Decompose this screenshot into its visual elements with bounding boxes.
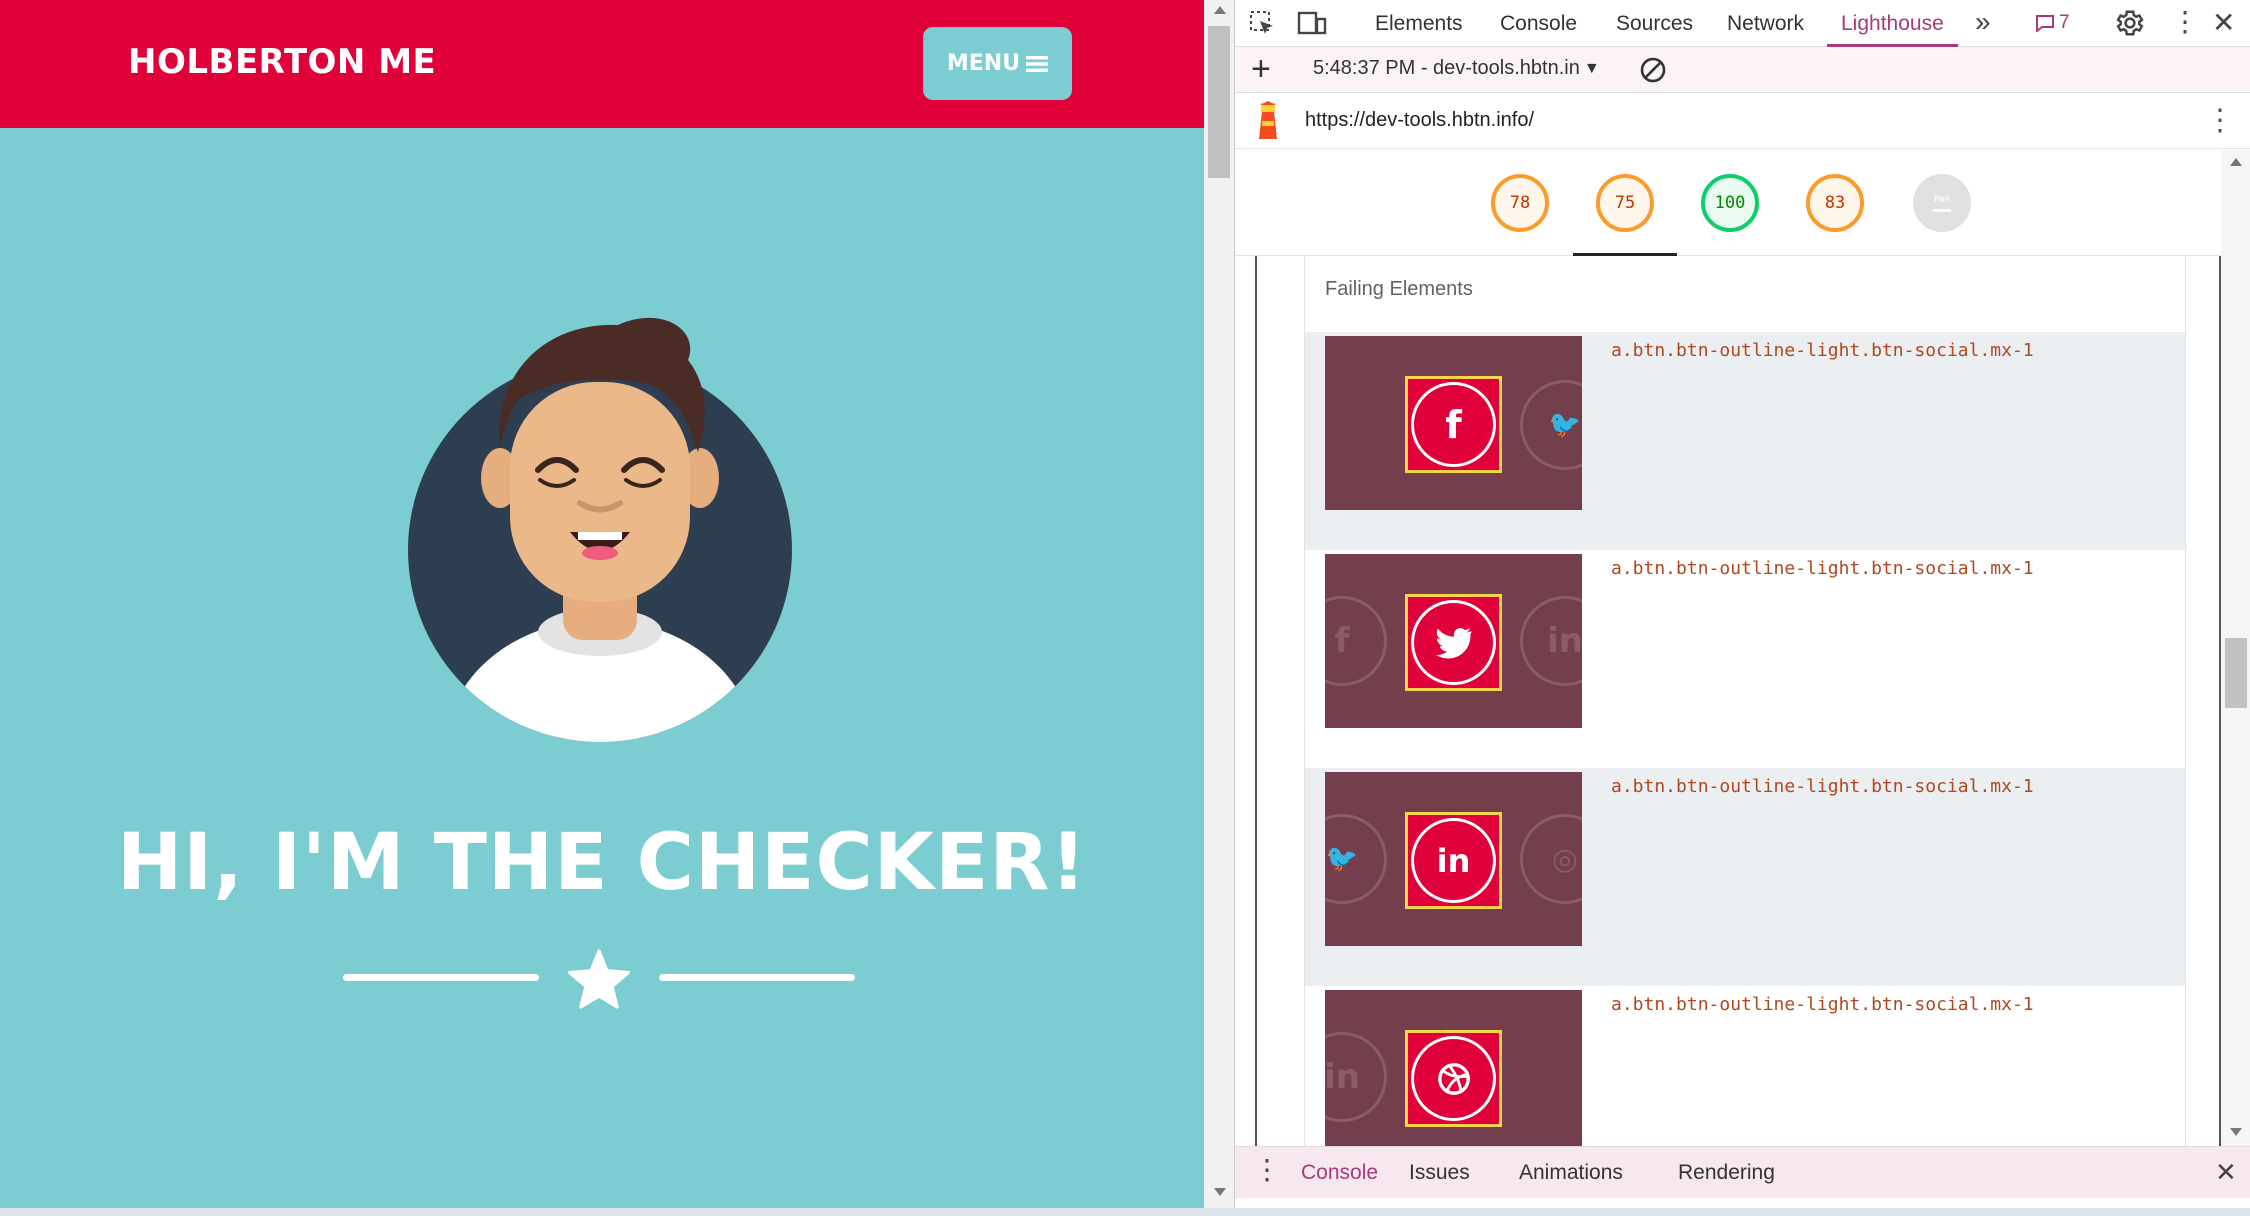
menu-label: MENU — [946, 51, 1021, 76]
twitter-icon — [1411, 600, 1496, 685]
avatar-image — [408, 317, 792, 742]
linkedin-icon: in — [1520, 596, 1582, 686]
dropdown-arrow-icon: ▼ — [1583, 59, 1600, 77]
element-selector[interactable]: a.btn.btn-outline-light.btn-social.mx-1 — [1611, 776, 2034, 797]
more-tabs-icon[interactable]: » — [1975, 6, 1990, 38]
issues-button[interactable]: 7 — [2035, 12, 2070, 34]
failing-row: f 🐦 a.btn.btn-outline-light.btn-social.m… — [1305, 332, 2185, 550]
gauge-performance[interactable]: 78 — [1491, 174, 1549, 232]
lighthouse-logo-icon — [1259, 101, 1277, 139]
dt-scroll-up-arrow-icon[interactable] — [2230, 158, 2242, 166]
close-devtools-icon[interactable]: ✕ — [2212, 6, 2235, 39]
highlight-twitter — [1405, 594, 1502, 691]
twitter-icon: 🐦 — [1520, 380, 1582, 470]
inspect-element-icon[interactable] — [1249, 10, 1275, 36]
divider-line-right — [659, 974, 855, 981]
highlight-facebook: f — [1405, 376, 1502, 473]
settings-gear-icon[interactable] — [2115, 8, 2145, 38]
tab-elements[interactable]: Elements — [1375, 0, 1463, 47]
scroll-up-arrow-icon[interactable] — [1214, 6, 1226, 14]
pwa-label: PWA — [1933, 194, 1951, 205]
report-menu-icon[interactable]: ⋮ — [2205, 103, 2235, 138]
linkedin-icon: in — [1325, 1032, 1387, 1122]
lighthouse-toolbar: + 5:48:37 PM - dev-tools.hbtn.in ▼ — [1235, 47, 2250, 93]
menu-button[interactable]: MENU — [923, 27, 1072, 100]
page-scrollbar[interactable] — [1204, 0, 1234, 1208]
failing-row: 🐦 in ◎ a.btn.btn-outline-light.btn-socia… — [1305, 768, 2185, 986]
brand-link[interactable]: HOLBERTON ME — [128, 42, 436, 82]
devtools-drawer-tabbar: ⋮ Console Issues Animations Rendering ✕ — [1235, 1146, 2250, 1198]
twitter-icon: 🐦 — [1325, 814, 1387, 904]
window-bottom-edge — [0, 1208, 2250, 1216]
drawer-tab-console[interactable]: Console — [1301, 1147, 1378, 1199]
tab-console[interactable]: Console — [1500, 0, 1577, 47]
facebook-icon: f — [1411, 382, 1496, 467]
dribbble-icon: ◎ — [1520, 814, 1582, 904]
new-report-icon[interactable]: + — [1251, 49, 1271, 89]
gauge-best-practices[interactable]: 100 — [1701, 174, 1759, 232]
element-screenshot: f in — [1325, 554, 1582, 728]
score-gauges: 78 75 100 83 PWA — [1235, 150, 2235, 256]
pwa-dash-icon — [1933, 208, 1951, 212]
hamburger-icon — [1026, 55, 1049, 72]
site-navbar: HOLBERTON ME MENU — [0, 0, 1204, 128]
failing-elements-table: Failing Elements f 🐦 a.btn.btn-outline-l… — [1304, 256, 2186, 1146]
page-scrollbar-thumb[interactable] — [1208, 26, 1230, 178]
issues-icon — [2036, 15, 2054, 32]
report-body: Failing Elements f 🐦 a.btn.btn-outline-l… — [1255, 256, 2221, 1146]
report-selector[interactable]: 5:48:37 PM - dev-tools.hbtn.in ▼ — [1313, 57, 1600, 80]
dt-scrollbar-thumb[interactable] — [2225, 638, 2247, 708]
facebook-icon: f — [1325, 596, 1387, 686]
clear-reports-icon[interactable] — [1639, 56, 1667, 84]
gauge-pwa[interactable]: PWA — [1913, 174, 1971, 232]
devtools-panel: Elements Console Sources Network Lightho… — [1234, 0, 2250, 1208]
tab-sources[interactable]: Sources — [1616, 0, 1693, 47]
linkedin-icon: in — [1411, 818, 1496, 903]
gauge-accessibility[interactable]: 75 — [1596, 174, 1654, 232]
element-screenshot: 🐦 in ◎ — [1325, 772, 1582, 946]
report-selector-label: 5:48:37 PM - dev-tools.hbtn.in — [1313, 57, 1580, 79]
drawer-menu-icon[interactable]: ⋮ — [1253, 1153, 1281, 1186]
star-icon — [568, 949, 630, 1009]
audited-url: https://dev-tools.hbtn.info/ — [1305, 109, 1535, 131]
gauge-seo[interactable]: 83 — [1806, 174, 1864, 232]
divider-line-left — [343, 974, 539, 981]
tab-lighthouse[interactable]: Lighthouse — [1827, 0, 1958, 47]
element-screenshot: f 🐦 — [1325, 336, 1582, 510]
drawer-tab-rendering[interactable]: Rendering — [1678, 1147, 1775, 1199]
device-toolbar-icon[interactable] — [1297, 10, 1327, 36]
scroll-down-arrow-icon[interactable] — [1214, 1188, 1226, 1196]
lighthouse-url-bar: https://dev-tools.hbtn.info/ ⋮ — [1235, 93, 2250, 149]
tab-network[interactable]: Network — [1727, 0, 1804, 47]
hero-title: HI, I'M THE CHECKER! — [116, 818, 1088, 908]
element-selector[interactable]: a.btn.btn-outline-light.btn-social.mx-1 — [1611, 340, 2034, 361]
drawer-tab-issues[interactable]: Issues — [1409, 1147, 1470, 1199]
issues-count: 7 — [2059, 12, 2070, 33]
failing-elements-header: Failing Elements — [1325, 278, 1473, 300]
highlight-dribbble — [1405, 1030, 1502, 1127]
dt-scroll-down-arrow-icon[interactable] — [2230, 1128, 2242, 1136]
failing-row: f in a.btn.btn-outline-light.btn-social.… — [1305, 550, 2185, 768]
element-selector[interactable]: a.btn.btn-outline-light.btn-social.mx-1 — [1611, 994, 2034, 1015]
devtools-scrollbar[interactable] — [2221, 150, 2250, 1146]
highlight-linkedin: in — [1405, 812, 1502, 909]
devtools-tabbar: Elements Console Sources Network Lightho… — [1235, 0, 2250, 47]
failing-row: in a.btn.btn-outline-light.btn-social.mx… — [1305, 986, 2185, 1146]
element-screenshot: in — [1325, 990, 1582, 1146]
website-viewport: HOLBERTON ME MENU HI, I'M THE CHECKER! — [0, 0, 1204, 1208]
dribbble-icon — [1411, 1036, 1496, 1121]
more-options-icon[interactable]: ⋮ — [2171, 6, 2199, 38]
drawer-tab-animations[interactable]: Animations — [1519, 1147, 1623, 1199]
element-selector[interactable]: a.btn.btn-outline-light.btn-social.mx-1 — [1611, 558, 2034, 579]
close-drawer-icon[interactable]: ✕ — [2215, 1157, 2237, 1188]
